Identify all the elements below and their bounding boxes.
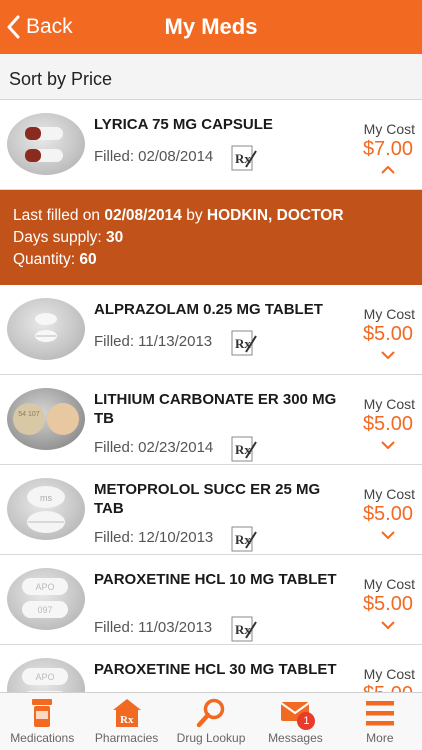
cost-value: $5.00	[363, 683, 413, 692]
last-filled-line: Last filled on 02/08/2014 by HODKIN, DOC…	[13, 207, 344, 224]
pill-image	[7, 113, 85, 175]
tab-bar: Medications Rx Pharmacies Drug Lookup 1 …	[0, 692, 422, 750]
drug-name: PAROXETINE HCL 10 MG TABLET	[94, 571, 337, 588]
drug-name: ALPRAZOLAM 0.25 MG TABLET	[94, 301, 323, 318]
cost-value: $5.00	[362, 323, 413, 345]
filled-date: Filled: 12/10/2013	[94, 529, 214, 546]
menu-icon	[365, 701, 394, 726]
nav-bar: Back My Meds	[0, 0, 422, 54]
med-detail-panel: Last filled on 02/08/2014 by HODKIN, DOC…	[0, 190, 422, 285]
med-row-lyrica[interactable]: LYRICA 75 MG CAPSULE Filled: 02/08/2014 …	[0, 100, 422, 190]
svg-text:APO: APO	[35, 672, 54, 682]
page-title: My Meds	[164, 14, 258, 39]
cost-label: My Cost	[363, 121, 415, 137]
filled-date: Filled: 02/08/2014	[94, 148, 214, 165]
cost-value: $5.00	[362, 593, 413, 615]
message-badge: 1	[297, 712, 316, 730]
tab-more[interactable]: More	[338, 693, 422, 750]
filled-date: Filled: 11/03/2013	[94, 619, 213, 636]
sort-label: Sort by Price	[9, 69, 113, 89]
chevron-down-icon[interactable]	[381, 441, 395, 449]
pill-image: ms	[7, 478, 85, 540]
medication-list[interactable]: LYRICA 75 MG CAPSULE Filled: 02/08/2014 …	[0, 100, 422, 692]
tab-label: Medications	[10, 731, 75, 745]
rx-refill-icon[interactable]: Rx	[231, 616, 257, 642]
tab-label: Drug Lookup	[176, 731, 246, 745]
cost-label: My Cost	[363, 666, 415, 682]
pill-image: 54 107	[7, 388, 85, 450]
svg-text:54 107: 54 107	[18, 411, 40, 418]
rx-refill-icon[interactable]: Rx	[231, 145, 257, 171]
chevron-down-icon[interactable]	[381, 351, 395, 359]
filled-date: Filled: 02/23/2014	[94, 439, 214, 456]
med-row-alprazolam[interactable]: ALPRAZOLAM 0.25 MG TABLET Filled: 11/13/…	[0, 285, 422, 375]
tab-label: Messages	[268, 731, 323, 745]
pill-bottle-icon	[32, 699, 53, 727]
pill-image: APO	[7, 658, 85, 692]
med-row-metoprolol[interactable]: ms METOPROLOL SUCC ER 25 MG TAB Filled: …	[0, 465, 422, 555]
tab-label: More	[366, 731, 394, 745]
med-row-paroxetine-10[interactable]: APO 097 PAROXETINE HCL 10 MG TABLET Fill…	[0, 555, 422, 645]
tab-pharmacies[interactable]: Rx Pharmacies	[84, 693, 168, 750]
chevron-down-icon[interactable]	[381, 621, 395, 629]
svg-text:APO: APO	[35, 582, 54, 592]
chevron-down-icon[interactable]	[381, 531, 395, 539]
rx-refill-icon[interactable]: Rx	[231, 436, 257, 462]
quantity-line: Quantity: 60	[13, 251, 97, 268]
cost-label: My Cost	[363, 486, 415, 502]
sort-bar[interactable]: Sort by Price	[0, 54, 422, 100]
filled-date: Filled: 11/13/2013	[94, 333, 213, 350]
chevron-up-icon[interactable]	[381, 166, 395, 174]
tab-messages[interactable]: 1 Messages	[253, 693, 337, 750]
cost-label: My Cost	[363, 396, 415, 412]
tab-label: Pharmacies	[94, 731, 159, 745]
tab-medications[interactable]: Medications	[0, 693, 84, 750]
magnifier-icon	[196, 698, 225, 728]
cost-value: $5.00	[362, 503, 413, 525]
days-supply-line: Days supply: 30	[13, 229, 124, 246]
med-row-lithium[interactable]: 54 107 LITHIUM CARBONATE ER 300 MG TB Fi…	[0, 375, 422, 465]
svg-text:Rx: Rx	[120, 714, 134, 726]
pharmacy-icon: Rx	[112, 699, 141, 727]
svg-text:ms: ms	[40, 493, 52, 503]
drug-name: LYRICA 75 MG CAPSULE	[94, 116, 273, 133]
cost-value: $5.00	[362, 413, 413, 435]
svg-text:097: 097	[37, 605, 52, 615]
cost-value: $7.00	[362, 138, 413, 160]
cost-label: My Cost	[363, 576, 415, 592]
pill-image: APO 097	[7, 568, 85, 630]
med-row-paroxetine-30[interactable]: APO PAROXETINE HCL 30 MG TABLET My Cost …	[0, 645, 422, 692]
pill-image	[7, 298, 85, 360]
rx-refill-icon[interactable]: Rx	[231, 330, 257, 356]
drug-name: LITHIUM CARBONATE ER 300 MG TB	[94, 391, 337, 427]
drug-name: PAROXETINE HCL 30 MG TABLET	[94, 661, 337, 678]
drug-name: METOPROLOL SUCC ER 25 MG TAB	[94, 481, 321, 517]
rx-refill-icon[interactable]: Rx	[231, 526, 257, 552]
cost-label: My Cost	[363, 306, 415, 322]
tab-drug-lookup[interactable]: Drug Lookup	[169, 693, 253, 750]
